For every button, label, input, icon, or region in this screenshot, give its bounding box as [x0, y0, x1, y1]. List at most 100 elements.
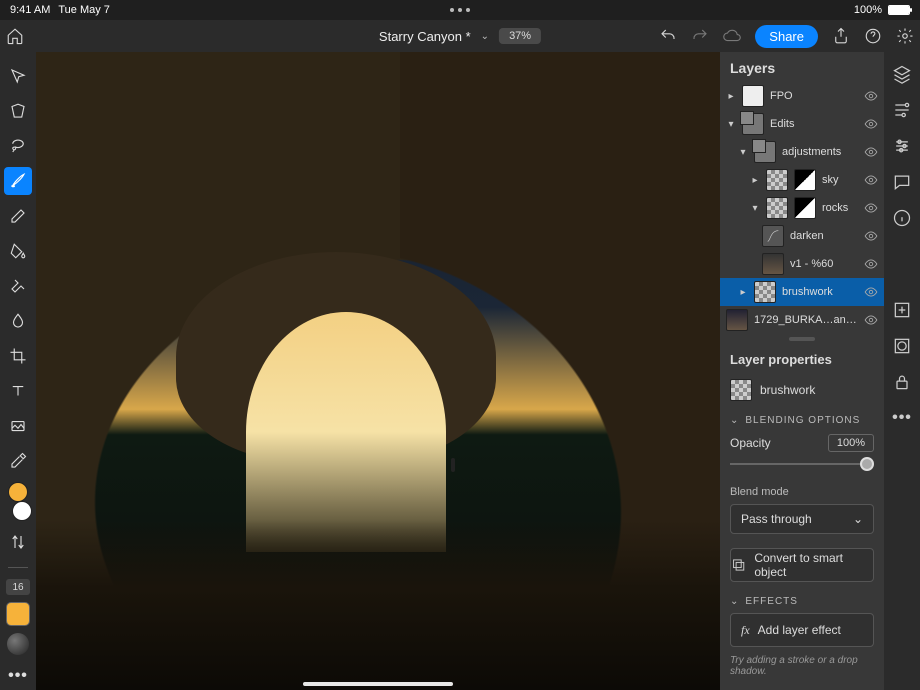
- visibility-icon[interactable]: [864, 89, 878, 103]
- place-image-tool[interactable]: [4, 412, 32, 440]
- left-toolbar: 16 •••: [0, 52, 36, 690]
- add-layer-icon[interactable]: [892, 300, 912, 320]
- status-date: Tue May 7: [58, 4, 110, 16]
- separator: [8, 567, 28, 568]
- disclosure-icon[interactable]: ▾: [750, 203, 760, 214]
- layer-row-base[interactable]: 1729_BURKA…anced-NR33: [720, 306, 884, 334]
- chevron-down-icon[interactable]: ⌄: [481, 31, 489, 42]
- layer-row-rocks[interactable]: ▾ rocks: [720, 194, 884, 222]
- disclosure-icon[interactable]: ▸: [750, 175, 760, 186]
- visibility-icon[interactable]: [864, 257, 878, 271]
- adjust-icon[interactable]: [892, 136, 912, 156]
- blending-options-header[interactable]: ⌄ BLENDING OPTIONS: [720, 407, 884, 428]
- type-tool[interactable]: [4, 377, 32, 405]
- right-toolbar: •••: [884, 52, 920, 690]
- background-swatch[interactable]: [12, 501, 32, 521]
- home-indicator[interactable]: [303, 682, 453, 686]
- convert-smart-object-button[interactable]: Convert to smart object: [730, 548, 874, 582]
- layer-row-adjustments[interactable]: ▾ adjustments: [720, 138, 884, 166]
- zoom-level[interactable]: 37%: [499, 28, 541, 44]
- crop-tool[interactable]: [4, 342, 32, 370]
- mask-icon[interactable]: [892, 336, 912, 356]
- fill-tool[interactable]: [4, 237, 32, 265]
- more-tools[interactable]: •••: [4, 662, 32, 690]
- lasso-tool[interactable]: [4, 132, 32, 160]
- layer-row-fpo[interactable]: ▸ FPO: [720, 82, 884, 110]
- home-button[interactable]: [6, 27, 24, 45]
- brush-size-value[interactable]: 16: [6, 579, 30, 595]
- more-icon[interactable]: •••: [892, 408, 912, 428]
- eraser-tool[interactable]: [4, 202, 32, 230]
- fx-icon: fx: [741, 623, 750, 638]
- comments-icon[interactable]: [892, 172, 912, 192]
- canvas[interactable]: [36, 52, 720, 690]
- opacity-label: Opacity: [730, 436, 771, 450]
- layer-label: adjustments: [782, 146, 858, 158]
- current-layer-name: brushwork: [760, 383, 815, 397]
- layer-label: rocks: [822, 202, 858, 214]
- opacity-value[interactable]: 100%: [828, 434, 874, 452]
- help-icon[interactable]: [864, 27, 882, 45]
- chevron-down-icon: ⌄: [853, 512, 863, 526]
- battery-percent: 100%: [854, 4, 882, 16]
- document-title[interactable]: Starry Canyon *: [379, 29, 471, 44]
- disclosure-icon[interactable]: ▾: [726, 119, 736, 130]
- app-topbar: Starry Canyon * ⌄ 37% Share: [0, 20, 920, 52]
- layers-title: Layers: [720, 52, 884, 82]
- layer-row-v1[interactable]: v1 - %60: [720, 250, 884, 278]
- swap-colors-tool[interactable]: [4, 528, 32, 556]
- redo-button[interactable]: [691, 27, 709, 45]
- layer-properties-title: Layer properties: [720, 344, 884, 373]
- move-tool[interactable]: [4, 62, 32, 90]
- smudge-tool[interactable]: [4, 307, 32, 335]
- disclosure-icon[interactable]: ▾: [738, 147, 748, 158]
- brush-tool[interactable]: [4, 167, 32, 195]
- transform-tool[interactable]: [4, 97, 32, 125]
- blend-mode-label: Blend mode: [720, 480, 884, 500]
- multitask-dots[interactable]: [450, 8, 470, 12]
- blend-mode-select[interactable]: Pass through ⌄: [730, 504, 874, 534]
- layer-label: darken: [790, 230, 858, 242]
- visibility-icon[interactable]: [864, 145, 878, 159]
- chevron-down-icon: ⌄: [730, 415, 739, 426]
- person-silhouette: [451, 458, 455, 472]
- brush-preview[interactable]: [7, 633, 29, 655]
- visibility-icon[interactable]: [864, 313, 878, 327]
- layer-label: brushwork: [782, 286, 858, 298]
- properties-icon[interactable]: [892, 100, 912, 120]
- add-layer-effect-button[interactable]: fx Add layer effect: [730, 613, 874, 647]
- eyedropper-tool[interactable]: [4, 447, 32, 475]
- disclosure-icon[interactable]: ▸: [726, 91, 736, 102]
- visibility-icon[interactable]: [864, 229, 878, 243]
- heal-tool[interactable]: [4, 272, 32, 300]
- cloud-sync-icon[interactable]: [723, 27, 741, 45]
- layer-row-brushwork[interactable]: ▸ brushwork: [720, 278, 884, 306]
- layer-label: v1 - %60: [790, 258, 858, 270]
- layer-row-darken[interactable]: darken: [720, 222, 884, 250]
- info-icon[interactable]: [892, 208, 912, 228]
- visibility-icon[interactable]: [864, 117, 878, 131]
- layer-row-sky[interactable]: ▸ sky: [720, 166, 884, 194]
- settings-gear-icon[interactable]: [896, 27, 914, 45]
- foreground-swatch[interactable]: [8, 482, 28, 502]
- lock-icon[interactable]: [892, 372, 912, 392]
- undo-button[interactable]: [659, 27, 677, 45]
- share-button[interactable]: Share: [755, 25, 818, 48]
- layers-icon[interactable]: [892, 64, 912, 84]
- visibility-icon[interactable]: [864, 173, 878, 187]
- layer-label: FPO: [770, 90, 858, 102]
- status-time: 9:41 AM: [10, 4, 50, 16]
- visibility-icon[interactable]: [864, 201, 878, 215]
- effects-hint: Try adding a stroke or a drop shadow.: [720, 651, 884, 681]
- export-icon[interactable]: [832, 27, 850, 45]
- effects-header[interactable]: ⌄ EFFECTS: [720, 588, 884, 609]
- layer-label: sky: [822, 174, 858, 186]
- current-layer-row: brushwork: [720, 373, 884, 407]
- brush-color-chip[interactable]: [6, 602, 30, 626]
- layer-label: 1729_BURKA…anced-NR33: [754, 314, 858, 326]
- layer-row-edits[interactable]: ▾ Edits: [720, 110, 884, 138]
- opacity-slider[interactable]: [730, 454, 874, 474]
- drag-handle[interactable]: [720, 334, 884, 344]
- visibility-icon[interactable]: [864, 285, 878, 299]
- disclosure-icon[interactable]: ▸: [738, 287, 748, 298]
